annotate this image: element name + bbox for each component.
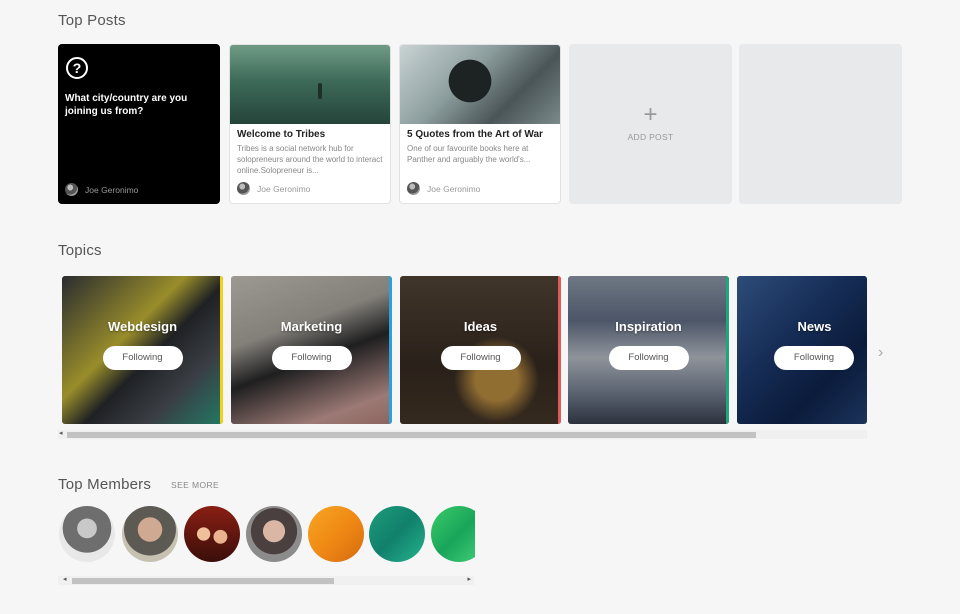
author-avatar [65, 183, 78, 196]
topic-name: Marketing [280, 319, 343, 334]
topic-accent-stripe [726, 276, 729, 424]
post-card-welcome[interactable]: Welcome to Tribes Tribes is a social net… [229, 44, 391, 204]
topic-card-webdesign[interactable]: Webdesign Following [62, 276, 223, 424]
empty-post-slot [739, 44, 902, 204]
topic-card-inspiration[interactable]: Inspiration Following [568, 276, 729, 424]
topic-accent-stripe [558, 276, 561, 424]
member-avatar[interactable] [184, 506, 240, 562]
topic-card-ideas[interactable]: Ideas Following [400, 276, 561, 424]
scroll-left-icon[interactable]: ◂ [63, 575, 67, 583]
post-title: 5 Quotes from the Art of War [407, 129, 543, 140]
question-post-card[interactable]: ? What city/country are you joining us f… [58, 44, 220, 204]
topics-scrollbar[interactable]: ◂ [58, 430, 867, 439]
add-post-label: ADD POST [627, 132, 674, 142]
topic-name: Webdesign [107, 319, 178, 334]
author-avatar [407, 182, 420, 195]
scroll-right-icon[interactable]: ▸ [467, 575, 471, 583]
question-text: What city/country are you joining us fro… [65, 93, 188, 117]
member-avatar[interactable] [122, 506, 178, 562]
post-author[interactable]: Joe Geronimo [237, 182, 310, 195]
post-title: Welcome to Tribes [237, 129, 326, 140]
top-posts-title: Top Posts [58, 12, 126, 29]
members-scrollbar[interactable]: ◂ ▸ [58, 576, 474, 585]
topic-card-news[interactable]: News Following [737, 276, 867, 424]
see-more-link[interactable]: SEE MORE [171, 480, 219, 490]
topic-name: Inspiration [615, 319, 682, 334]
following-button[interactable]: Following [608, 346, 689, 370]
topics-title: Topics [58, 242, 102, 259]
member-avatar[interactable] [431, 506, 475, 562]
post-author[interactable]: Joe Geronimo [65, 183, 138, 196]
author-name: Joe Geronimo [427, 183, 481, 194]
following-button[interactable]: Following [440, 346, 521, 370]
question-icon: ? [66, 57, 88, 79]
member-avatar[interactable] [59, 506, 115, 562]
member-avatar[interactable] [246, 506, 302, 562]
topic-card-marketing[interactable]: Marketing Following [231, 276, 392, 424]
add-post-button[interactable]: + ADD POST [569, 44, 732, 204]
member-avatar[interactable] [369, 506, 425, 562]
plus-icon: + [643, 101, 658, 128]
member-avatar-clip [431, 506, 475, 562]
top-members-title: Top Members [58, 476, 152, 493]
author-name: Joe Geronimo [257, 183, 311, 194]
following-button[interactable]: Following [271, 346, 352, 370]
following-button[interactable]: Following [102, 346, 183, 370]
post-thumbnail [230, 45, 390, 124]
post-author[interactable]: Joe Geronimo [407, 182, 480, 195]
topic-name: Ideas [463, 319, 498, 334]
author-avatar [237, 182, 250, 195]
scroll-left-icon[interactable]: ◂ [59, 429, 63, 437]
post-excerpt: One of our favourite books here at Panth… [407, 144, 531, 164]
author-name: Joe Geronimo [85, 184, 139, 195]
post-thumbnail [400, 45, 560, 124]
chevron-right-icon[interactable]: › [878, 344, 883, 362]
post-excerpt: Tribes is a social network hub for solop… [237, 144, 383, 175]
topic-name: News [797, 319, 832, 334]
scrollbar-thumb[interactable] [72, 578, 334, 584]
post-card-art-of-war[interactable]: 5 Quotes from the Art of War One of our … [399, 44, 561, 204]
member-avatar[interactable] [308, 506, 364, 562]
topic-accent-stripe [389, 276, 392, 424]
topic-accent-stripe [220, 276, 223, 424]
following-button[interactable]: Following [774, 346, 854, 370]
scrollbar-thumb[interactable] [67, 432, 756, 438]
